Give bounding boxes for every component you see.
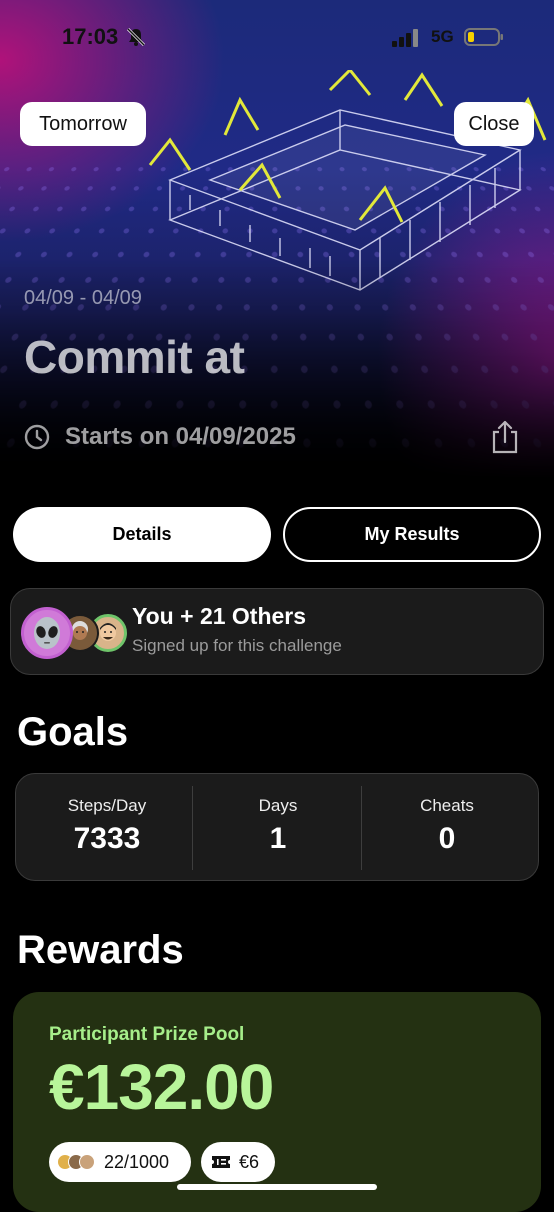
close-button[interactable]: Close [454, 102, 534, 146]
status-bar: 17:03 5G [0, 0, 554, 76]
cellular-signal-icon [392, 29, 418, 47]
tab-details[interactable]: Details [13, 507, 271, 562]
goals-heading: Goals [17, 710, 129, 754]
clock-icon [24, 424, 50, 450]
status-time: 17:03 [62, 24, 119, 49]
goal-value: 0 [438, 822, 456, 855]
goal-label: Days [258, 796, 298, 815]
participants-subtitle: Signed up for this challenge [132, 636, 342, 655]
participants-count-chip[interactable]: 22/1000 [49, 1142, 191, 1182]
start-date: Starts on 04/09/2025 [65, 423, 296, 450]
participants-title: You + 21 Others [132, 603, 307, 629]
entry-fee: €6 [239, 1151, 260, 1172]
prize-pool-card: Participant Prize Pool €132.00 22/1000 €… [13, 992, 541, 1212]
participants-count: 22/1000 [104, 1151, 170, 1172]
goal-steps-per-day: Steps/Day 7333 [22, 774, 192, 880]
goal-value: 1 [269, 822, 287, 855]
alien-avatar [21, 607, 73, 659]
person-avatar [79, 1154, 95, 1170]
home-indicator[interactable] [177, 1184, 377, 1190]
rewards-heading: Rewards [17, 928, 184, 972]
goal-label: Steps/Day [67, 796, 147, 815]
goal-value: 7333 [73, 822, 141, 855]
goal-cheats: Cheats 0 [362, 774, 532, 880]
ticket-icon [212, 1156, 230, 1168]
bell-muted-icon [126, 27, 146, 47]
participants-card[interactable]: You + 21 Others Signed up for this chall… [10, 588, 544, 675]
date-range: 04/09 - 04/09 [24, 287, 142, 309]
participant-avatars [21, 607, 131, 659]
goal-label: Cheats [420, 796, 474, 815]
prize-pool-label: Participant Prize Pool [49, 1024, 245, 1045]
challenge-title: Commit at [24, 331, 245, 383]
prize-pool-value: €132.00 [49, 1051, 274, 1123]
goal-days: Days 1 [193, 774, 363, 880]
tomorrow-button[interactable]: Tomorrow [20, 102, 146, 146]
tab-my-results[interactable]: My Results [283, 507, 541, 562]
network-type: 5G [431, 27, 454, 46]
goals-card: Steps/Day 7333 Days 1 Cheats 0 [15, 773, 539, 881]
battery-icon [464, 28, 503, 46]
share-icon[interactable] [490, 420, 520, 454]
entry-fee-chip[interactable]: €6 [201, 1142, 275, 1182]
